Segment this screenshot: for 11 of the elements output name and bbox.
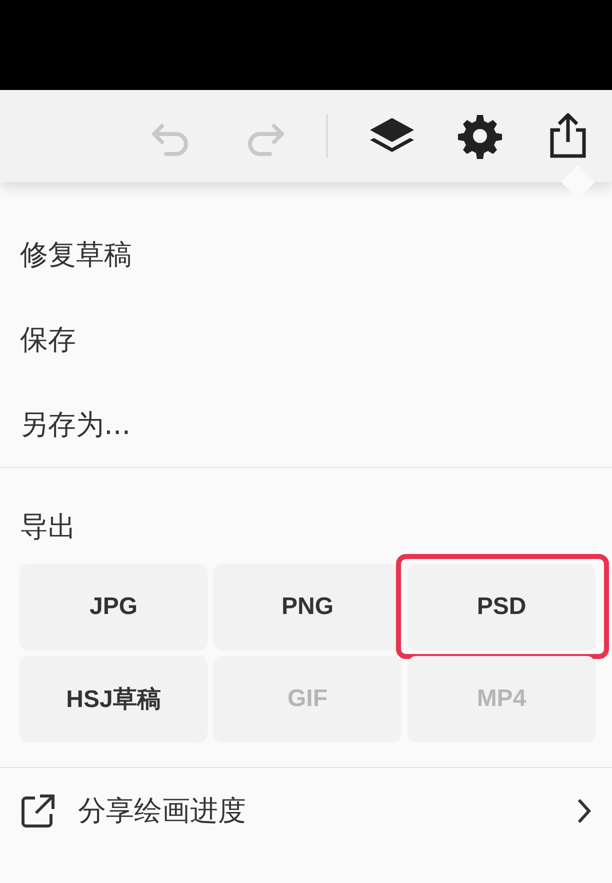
share-progress-item[interactable]: 分享绘画进度 [0, 768, 612, 854]
settings-icon[interactable] [456, 112, 504, 160]
menu-item[interactable]: 保存 [0, 297, 612, 382]
external-link-icon [20, 793, 56, 829]
chevron-icon [576, 797, 592, 825]
section-title: 导出 [19, 509, 77, 545]
export-format-button[interactable]: PSD [408, 564, 595, 649]
export-format-button[interactable]: HSJ草稿 [20, 656, 207, 741]
menu-item[interactable]: 另存为... [0, 382, 612, 467]
menu-item[interactable]: 修复草稿 [0, 212, 612, 297]
export-format-button[interactable]: JPG [20, 564, 207, 649]
